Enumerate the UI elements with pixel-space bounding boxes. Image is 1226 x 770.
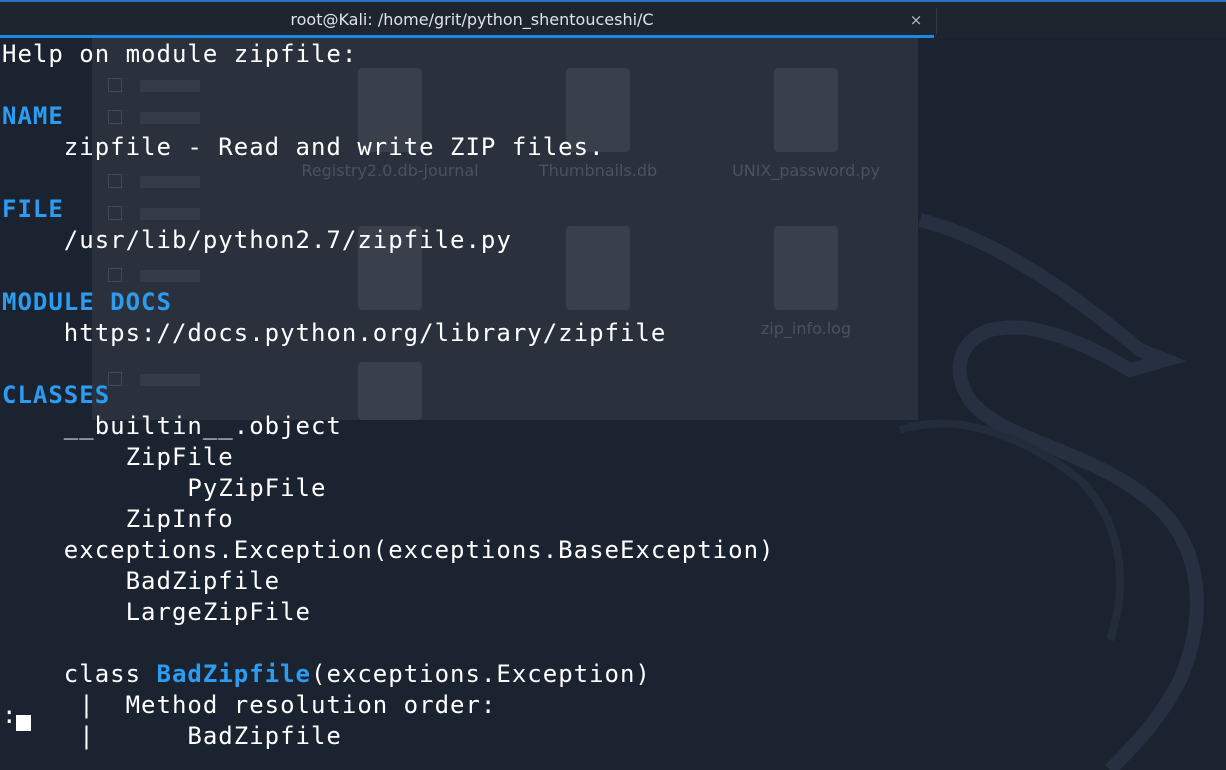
section-heading: NAME (2, 102, 64, 130)
terminal-line: ZipInfo (2, 505, 234, 533)
window-title: root@Kali: /home/grit/python_shentoucesh… (290, 10, 654, 29)
terminal-line: PyZipFile (2, 474, 327, 502)
section-heading: FILE (2, 195, 64, 223)
pager-prompt: : (2, 701, 17, 729)
terminal-line: exceptions.Exception(exceptions.BaseExce… (2, 536, 775, 564)
terminal-line: Help on module zipfile: (2, 40, 358, 68)
class-definition-line: class BadZipfile(exceptions.Exception) (2, 659, 651, 690)
class-keyword: class (2, 660, 157, 688)
terminal-line: https://docs.python.org/library/zipfile (2, 319, 667, 347)
terminal-line: zipfile - Read and write ZIP files. (2, 133, 605, 161)
terminal-line: /usr/lib/python2.7/zipfile.py (2, 226, 512, 254)
terminal-line: __builtin__.object (2, 412, 342, 440)
terminal-line: ZipFile (2, 443, 234, 471)
title-bar: root@Kali: /home/grit/python_shentoucesh… (0, 0, 1226, 38)
text-cursor (16, 715, 31, 731)
terminal-line: | BadZipfile (2, 722, 342, 750)
section-heading: CLASSES (2, 381, 111, 409)
terminal-line: | Method resolution order: (2, 691, 497, 719)
terminal-output[interactable]: Help on module zipfile: NAME zipfile - R… (0, 38, 1226, 769)
section-heading: MODULE DOCS (2, 288, 172, 316)
tab-divider (936, 8, 937, 34)
terminal-line: BadZipfile (2, 567, 281, 595)
terminal-line: LargeZipFile (2, 598, 311, 626)
class-bases: (exceptions.Exception) (311, 660, 651, 688)
close-icon[interactable]: × (906, 10, 926, 30)
class-name: BadZipfile (156, 660, 311, 688)
